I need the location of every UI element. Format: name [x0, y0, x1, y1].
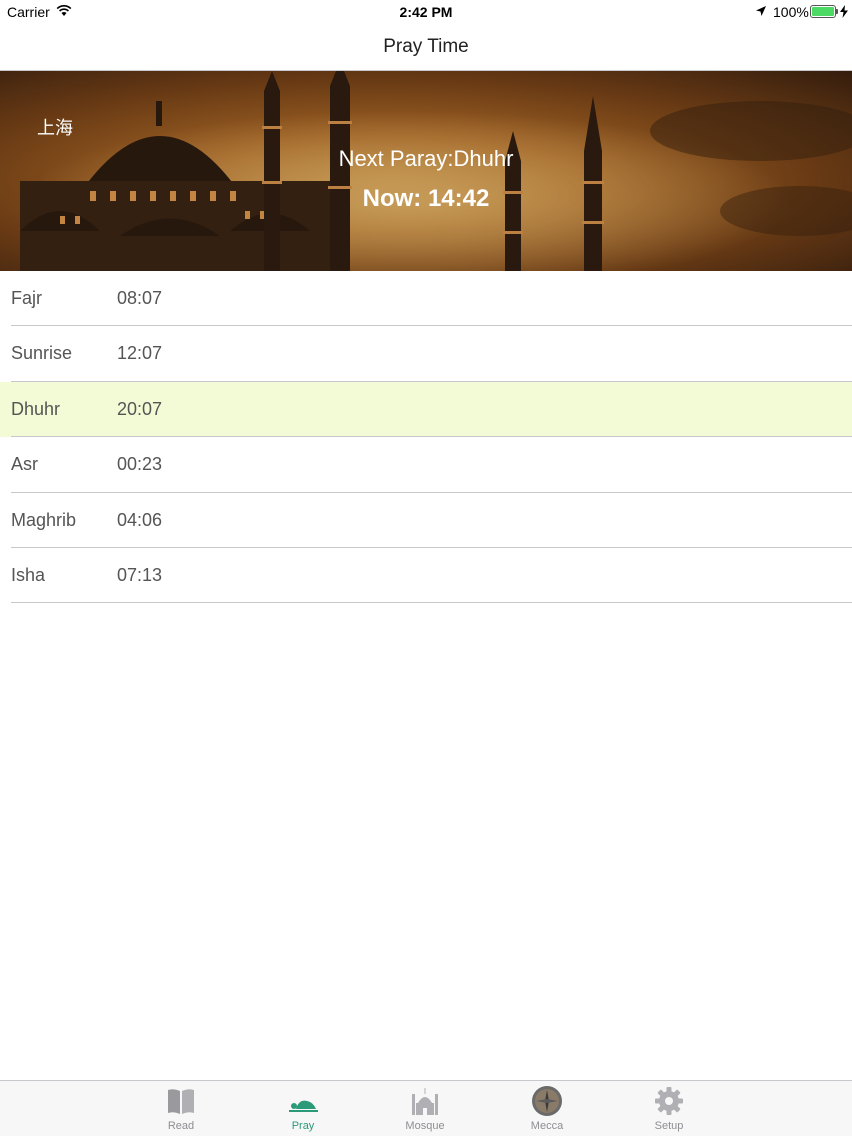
book-icon — [168, 1089, 194, 1114]
prayer-name: Fajr — [11, 288, 42, 308]
battery-tip — [836, 9, 838, 14]
prayer-row-asr[interactable]: Asr 00:23 — [0, 437, 852, 493]
tab-bar: Read Pray Mosque Mecca Setup — [0, 1080, 852, 1136]
mosque-icon — [412, 1088, 438, 1115]
prayer-name: Isha — [11, 564, 46, 585]
prayer-time-list: Fajr 08:07 Sunrise 12:07 Dhuhr 20:07 Asr… — [0, 271, 852, 604]
charging-bolt-icon — [840, 5, 848, 18]
tab-setup[interactable]: Setup — [634, 1085, 704, 1135]
battery-percent: 100% — [773, 4, 809, 20]
row-divider — [11, 602, 852, 604]
prayer-time: 08:07 — [117, 288, 163, 308]
prayer-time: 12:07 — [117, 343, 163, 364]
tab-mosque[interactable]: Mosque — [390, 1085, 460, 1135]
prayer-row-sunrise[interactable]: Sunrise 12:07 — [0, 326, 852, 382]
tab-label: Mosque — [405, 1120, 445, 1132]
navigation-bar: Pray Time — [0, 24, 852, 71]
prayer-name: Asr — [11, 454, 38, 475]
tab-pray[interactable]: Pray — [268, 1085, 338, 1135]
mosque-banner: 上海 Next Paray:Dhuhr Now: 14:42 — [0, 71, 852, 271]
pray-icon — [289, 1100, 318, 1112]
tab-label: Pray — [291, 1120, 315, 1132]
status-bar: Carrier 2:42 PM 100% — [0, 0, 852, 24]
current-time-label: Now: 14:42 — [362, 185, 490, 212]
battery-icon — [810, 5, 836, 18]
prayer-time: 07:13 — [117, 564, 163, 585]
prayer-row-isha[interactable]: Isha 07:13 — [0, 548, 852, 604]
prayer-name: Sunrise — [11, 343, 73, 364]
page-title: Pray Time — [383, 36, 469, 57]
tab-label: Read — [167, 1120, 195, 1132]
tab-label: Mecca — [530, 1120, 564, 1132]
prayer-name: Maghrib — [11, 509, 77, 530]
prayer-time: 20:07 — [117, 398, 163, 419]
prayer-time: 04:06 — [117, 509, 163, 530]
tab-label: Setup — [654, 1120, 684, 1132]
status-time: 2:42 PM — [399, 4, 453, 20]
location-arrow-icon — [756, 6, 766, 16]
city-label[interactable]: 上海 — [37, 114, 73, 140]
tab-read[interactable]: Read — [146, 1085, 216, 1135]
gear-icon — [655, 1087, 683, 1115]
prayer-row-maghrib[interactable]: Maghrib 04:06 — [0, 493, 852, 548]
tab-mecca[interactable]: Mecca — [512, 1085, 582, 1135]
prayer-time: 00:23 — [117, 454, 163, 475]
prayer-name: Dhuhr — [11, 398, 61, 419]
compass-icon — [532, 1086, 562, 1116]
app-screen: Carrier 2:42 PM 100% Pray Time 上海 Next P… — [0, 0, 852, 1136]
prayer-row-fajr[interactable]: Fajr 08:07 — [0, 271, 852, 327]
next-prayer-label: Next Paray:Dhuhr — [338, 146, 514, 171]
prayer-row-dhuhr[interactable]: Dhuhr 20:07 — [0, 381, 852, 438]
